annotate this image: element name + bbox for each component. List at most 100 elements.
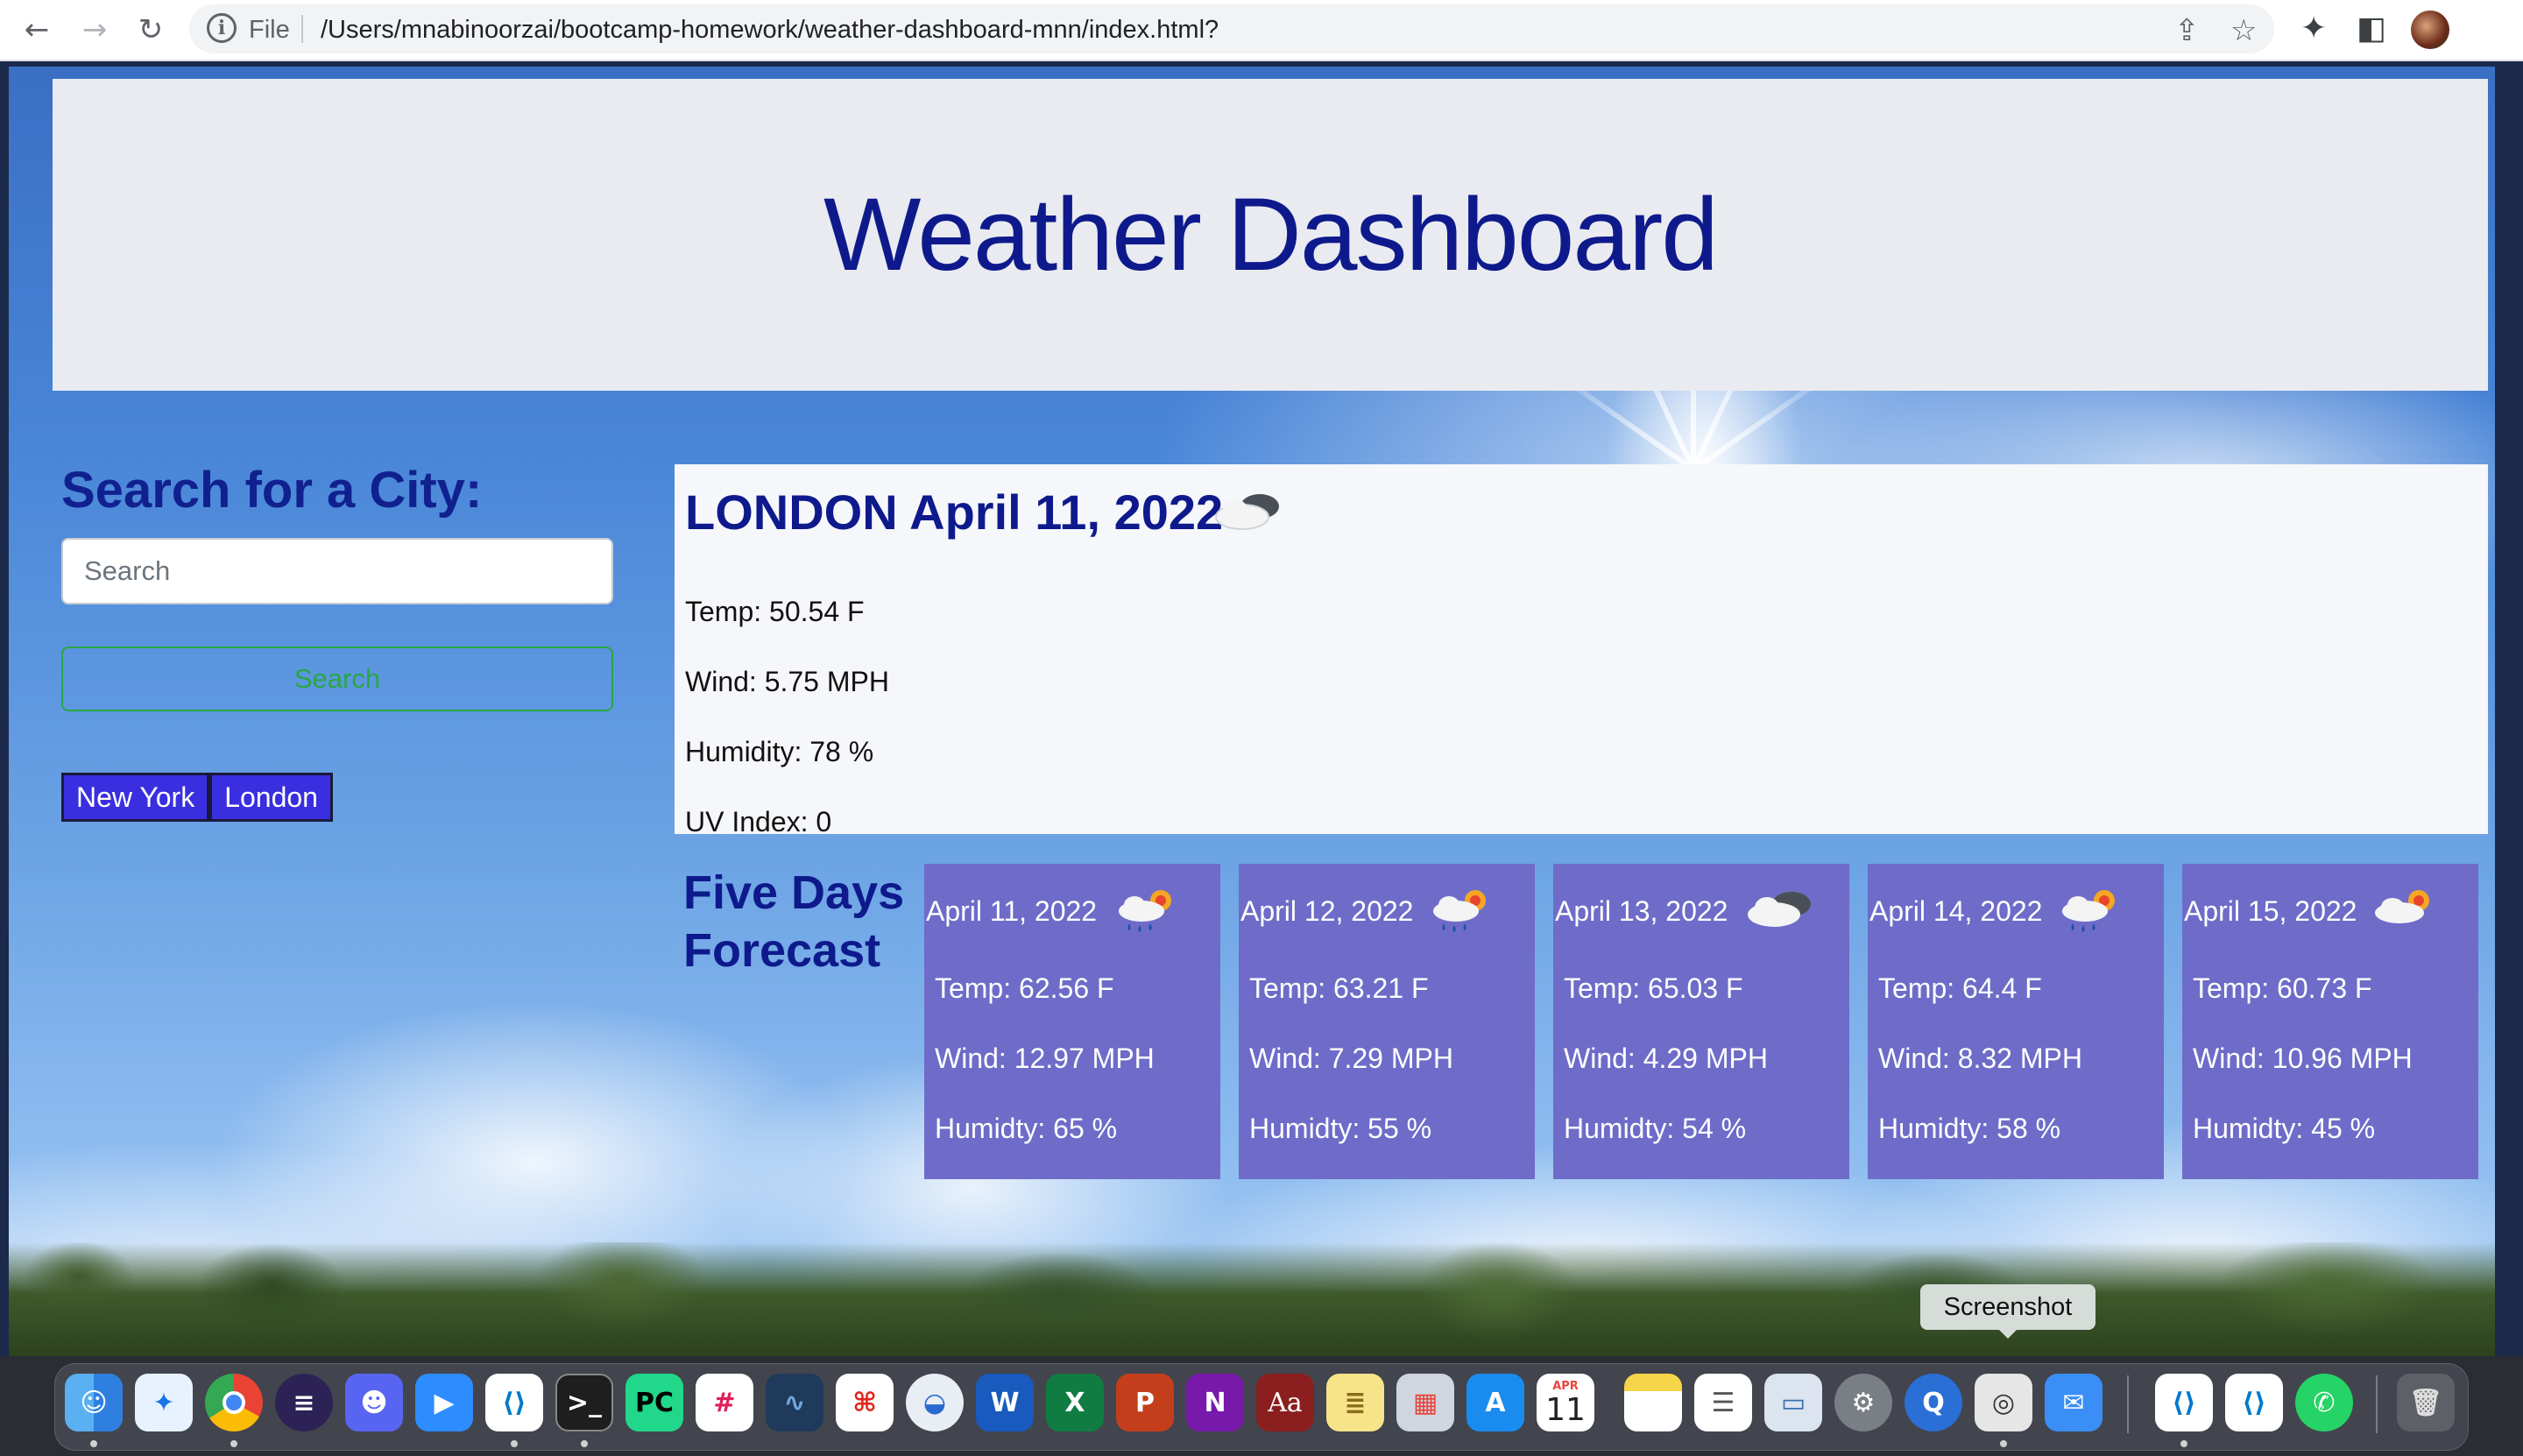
forecast-date: April 11, 2022	[926, 895, 1098, 927]
onenote-icon[interactable]: N	[1186, 1374, 1244, 1431]
ssh-files-icon[interactable]: ◒	[906, 1374, 964, 1431]
forecast-temp: Temp: 63.21 F	[1249, 972, 1429, 1004]
forecast-humidity: Humidty: 58 %	[1878, 1113, 2061, 1144]
powerpoint-icon[interactable]: P	[1116, 1374, 1174, 1431]
app-store-icon[interactable]: A	[1466, 1374, 1524, 1431]
current-humidity: Humidity: 78 %	[685, 736, 874, 767]
dock-tooltip: Screenshot	[1920, 1284, 2095, 1330]
trash-icon[interactable]: 🗑	[2397, 1374, 2455, 1431]
preview-icon[interactable]: ▭	[1764, 1374, 1822, 1431]
running-indicator	[581, 1440, 588, 1447]
extensions-puzzle-icon[interactable]: ✦	[2300, 11, 2327, 46]
address-separator	[301, 15, 303, 43]
vscode-icon[interactable]: ⟨⟩	[485, 1374, 543, 1431]
forecast-date: April 15, 2022	[2184, 895, 2357, 927]
forecast-humidity: Humidty: 65 %	[935, 1113, 1118, 1144]
terminal-icon[interactable]: >_	[555, 1374, 613, 1431]
stickies-icon[interactable]: ≣	[1326, 1374, 1384, 1431]
current-wind: Wind: 5.75 MPH	[685, 666, 889, 697]
search-history: New York London	[61, 773, 333, 822]
back-arrow-icon[interactable]: ←	[19, 12, 54, 47]
forecast-wind: Wind: 4.29 MPH	[1564, 1043, 1768, 1074]
current-uv-index: UV Index: 0	[685, 806, 832, 838]
screenshot-icon[interactable]: ◎	[1975, 1374, 2032, 1431]
current-temp: Temp: 50.54 F	[685, 596, 865, 627]
running-indicator	[2000, 1440, 2007, 1447]
whatsapp-icon[interactable]: ✆	[2295, 1374, 2353, 1431]
mysql-workbench-icon[interactable]: ∿	[766, 1374, 823, 1431]
share-icon[interactable]: ⇪	[2174, 13, 2200, 48]
page-viewport: Weather Dashboard Search for a City: Sea…	[9, 67, 2495, 1356]
launchpad-icon[interactable]: ▦	[1396, 1374, 1454, 1431]
forecast-temp: Temp: 60.73 F	[2193, 972, 2372, 1004]
page-title: Weather Dashboard	[823, 177, 1719, 293]
forward-arrow-icon[interactable]: →	[77, 12, 112, 47]
zoom-icon[interactable]: ▶	[415, 1374, 473, 1431]
rain-sun-icon	[2062, 890, 2115, 932]
forecast-date: April 13, 2022	[1555, 895, 1728, 927]
slack-icon[interactable]: #	[696, 1374, 753, 1431]
history-button-london[interactable]: London	[209, 773, 333, 822]
url-text[interactable]: /Users/mnabinoorzai/bootcamp-homework/we…	[321, 16, 1219, 45]
side-panel-icon[interactable]: ◧	[2357, 11, 2386, 46]
cloudy-night-icon	[1215, 494, 1279, 530]
acrobat-icon[interactable]: ⌘	[836, 1374, 894, 1431]
forecast-humidity: Humidty: 45 %	[2193, 1113, 2376, 1144]
forecast-card: April 11, 2022 Temp: 62.56 F Wind: 12.97…	[924, 864, 1220, 1179]
safari-icon[interactable]: ✦	[135, 1374, 193, 1431]
forecast-card: April 15, 2022 Temp: 60.73 F Wind: 10.96…	[2182, 864, 2478, 1179]
system-preferences-icon[interactable]: ⚙	[1834, 1374, 1892, 1431]
reload-icon[interactable]: ↻	[133, 12, 168, 47]
forecast-wind: Wind: 10.96 MPH	[2193, 1043, 2413, 1074]
calendar-icon[interactable]: APR 11	[1537, 1374, 1594, 1431]
current-city-date: LONDON April 11, 2022	[685, 484, 1224, 540]
running-indicator	[230, 1440, 237, 1447]
city-search-input[interactable]	[61, 538, 613, 604]
excel-icon[interactable]: X	[1046, 1374, 1104, 1431]
forecast-card: April 14, 2022 Temp: 64.4 F Wind: 8.32 M…	[1868, 864, 2164, 1179]
vscode-window-icon[interactable]: ⟨⟩	[2155, 1374, 2213, 1431]
forecast-humidity: Humidty: 54 %	[1564, 1113, 1747, 1144]
running-indicator	[90, 1440, 97, 1447]
running-indicator	[511, 1440, 518, 1447]
eclipse-icon[interactable]: ≡	[275, 1374, 333, 1431]
rain-sun-icon	[1119, 890, 1171, 932]
chrome-icon[interactable]	[205, 1374, 263, 1431]
dictionary-icon[interactable]: Aa	[1256, 1374, 1314, 1431]
current-weather-card: LONDON April 11, 2022 Temp: 50.54 F Wind…	[675, 464, 2488, 838]
forecast-date: April 14, 2022	[1869, 895, 2043, 927]
cloudy-night-icon	[1748, 892, 1811, 927]
pycharm-icon[interactable]: PC	[625, 1374, 683, 1431]
address-bar[interactable]: i File /Users/mnabinoorzai/bootcamp-home…	[189, 4, 2274, 53]
search-button[interactable]: Search	[61, 647, 613, 711]
reminders-icon[interactable]: ☰	[1694, 1374, 1752, 1431]
calendar-day: 11	[1545, 1392, 1586, 1428]
dock-tooltip-tail	[1997, 1328, 2018, 1339]
dock-separator	[2127, 1375, 2129, 1433]
search-title: Search for a City:	[61, 462, 483, 519]
forecast-temp: Temp: 62.56 F	[935, 972, 1114, 1004]
vscode-window-icon[interactable]: ⟨⟩	[2225, 1374, 2283, 1431]
info-icon[interactable]: i	[207, 13, 237, 43]
tree-line-background	[9, 1242, 2495, 1356]
word-icon[interactable]: W	[976, 1374, 1034, 1431]
forecast-title: Five Days Forecast	[683, 866, 905, 977]
file-label: File	[249, 16, 290, 44]
cloud-sun-icon	[2375, 890, 2429, 923]
forecast-humidity: Humidty: 55 %	[1249, 1113, 1432, 1144]
finder-icon[interactable]: ☺	[65, 1374, 123, 1431]
bookmark-star-icon[interactable]: ☆	[2230, 13, 2257, 48]
page-header: Weather Dashboard	[53, 79, 2488, 391]
calendar-month: APR	[1552, 1380, 1579, 1393]
discord-icon[interactable]: ☻	[345, 1374, 403, 1431]
history-button-new-york[interactable]: New York	[61, 773, 210, 822]
forecast-card: April 13, 2022 Temp: 65.03 F Wind: 4.29 …	[1553, 864, 1849, 1179]
dock-separator	[2376, 1375, 2378, 1433]
notes-icon[interactable]	[1624, 1374, 1682, 1431]
forecast-date: April 12, 2022	[1240, 895, 1414, 927]
quicktime-icon[interactable]: Q	[1905, 1374, 1962, 1431]
profile-avatar[interactable]	[2411, 11, 2449, 49]
mail-icon[interactable]: ✉	[2045, 1374, 2102, 1431]
rain-sun-icon	[1433, 890, 1486, 932]
forecast-card: April 12, 2022 Temp: 63.21 F Wind: 7.29 …	[1239, 864, 1535, 1179]
